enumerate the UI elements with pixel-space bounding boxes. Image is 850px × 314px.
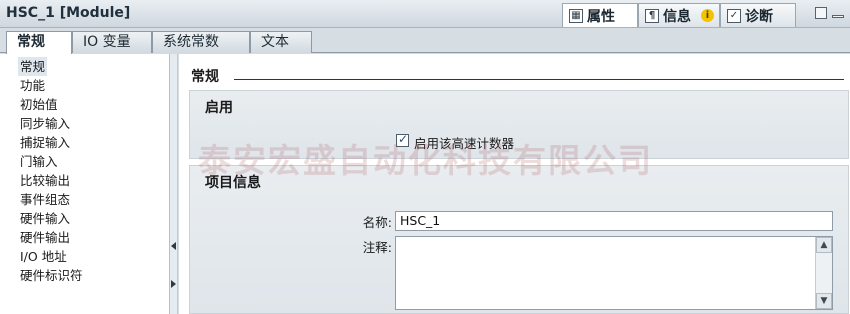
title-bar: HSC_1 [Module] ▦ 属性 ¶ 信息 i ✓ 诊断 <box>0 0 850 28</box>
section-title: 常规 <box>191 69 219 85</box>
nav-item-hardware-identifier[interactable]: 硬件标识符 <box>18 266 85 285</box>
restore-window-icon[interactable] <box>815 7 827 19</box>
tab-texts[interactable]: 文本 <box>250 31 312 53</box>
comment-label: 注释: <box>362 240 392 255</box>
nav-item-io-addresses[interactable]: I/O 地址 <box>18 247 69 266</box>
window-title: HSC_1 [Module] <box>6 5 131 21</box>
nav-item-gate-input[interactable]: 门输入 <box>18 152 60 171</box>
tab-io-tags[interactable]: IO 变量 <box>72 31 152 53</box>
nav-item-capture-input[interactable]: 捕捉输入 <box>18 133 72 152</box>
nav-item-function[interactable]: 功能 <box>18 76 47 95</box>
collapse-left-icon[interactable] <box>171 242 176 250</box>
enable-group-title: 启用 <box>205 100 233 116</box>
tab-properties[interactable]: ▦ 属性 <box>562 3 638 27</box>
tab-system-constants[interactable]: 系统常数 <box>152 31 250 53</box>
left-navigation: 常规 功能 初始值 同步输入 捕捉输入 门输入 比较输出 事件组态 硬件输入 硬… <box>0 54 170 314</box>
nav-splitter[interactable] <box>170 54 178 314</box>
nav-item-sync-input[interactable]: 同步输入 <box>18 114 72 133</box>
nav-item-event-config[interactable]: 事件组态 <box>18 190 72 209</box>
scroll-up-icon[interactable]: ▲ <box>816 237 832 253</box>
comment-field[interactable]: ▲ ▼ <box>395 236 833 310</box>
nav-item-general[interactable]: 常规 <box>18 57 48 76</box>
name-label: 名称: <box>362 215 392 230</box>
tab-info-label: 信息 <box>663 8 691 25</box>
name-field[interactable]: HSC_1 <box>395 211 833 231</box>
scroll-down-icon[interactable]: ▼ <box>816 293 832 309</box>
nav-item-hardware-inputs[interactable]: 硬件输入 <box>18 209 72 228</box>
properties-icon: ▦ <box>569 8 583 23</box>
project-info-group: 项目信息 名称: HSC_1 注释: ▲ ▼ <box>189 165 849 314</box>
section-divider <box>234 79 844 80</box>
watermark: 泰安宏盛自动化科技有限公司 <box>198 141 653 180</box>
tab-properties-label: 属性 <box>587 8 615 25</box>
info-icon: ¶ <box>645 8 659 23</box>
main-panel: 常规 启用 ✓ 启用该高速计数器 项目信息 名称: HSC_1 注释: ▲ ▼ <box>179 54 850 314</box>
diagnostics-icon: ✓ <box>727 8 741 23</box>
nav-item-hardware-outputs[interactable]: 硬件输出 <box>18 228 72 247</box>
sub-tab-bar: 常规 IO 变量 系统常数 文本 <box>0 28 850 54</box>
info-badge-icon: i <box>701 9 714 22</box>
minimize-window-icon[interactable] <box>832 15 844 18</box>
comment-scrollbar[interactable]: ▲ ▼ <box>815 237 832 309</box>
expand-right-icon[interactable] <box>171 280 176 288</box>
tab-general[interactable]: 常规 <box>6 31 72 54</box>
tab-diagnostics[interactable]: ✓ 诊断 <box>720 3 796 27</box>
tab-info[interactable]: ¶ 信息 i <box>638 3 720 27</box>
tab-diagnostics-label: 诊断 <box>745 8 773 25</box>
nav-item-initial-values[interactable]: 初始值 <box>18 95 60 114</box>
nav-item-compare-output[interactable]: 比较输出 <box>18 171 72 190</box>
